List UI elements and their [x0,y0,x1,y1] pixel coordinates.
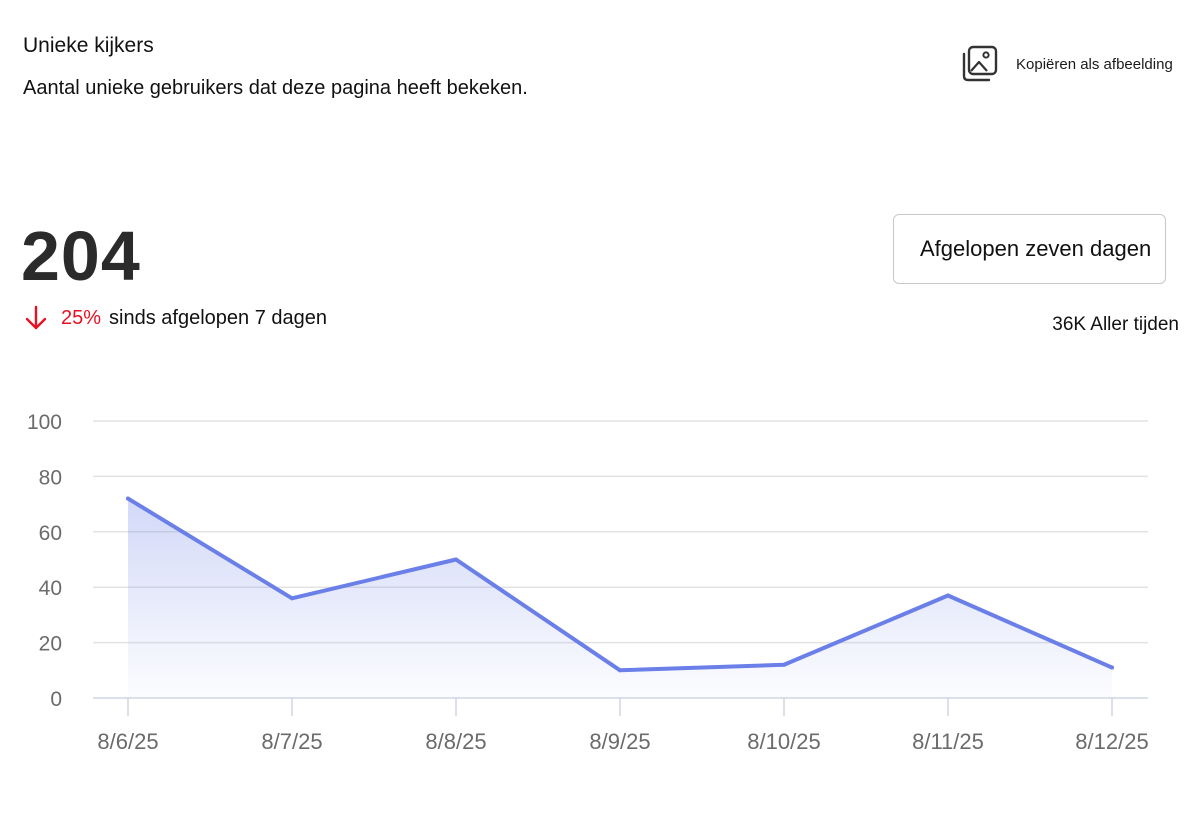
trend-indicator: 25% sinds afgelopen 7 dagen [24,305,327,331]
change-label: sinds afgelopen 7 dagen [109,306,327,329]
image-icon [960,44,1000,84]
unique-viewers-count: 204 [21,217,141,295]
x-tick-label: 8/10/25 [747,729,820,754]
y-tick-label: 40 [39,577,62,600]
y-tick-label: 100 [27,411,62,434]
data-point [618,668,622,673]
data-point [126,496,130,501]
y-tick-label: 60 [39,522,62,545]
x-tick-label: 8/7/25 [261,729,322,754]
x-tick-label: 8/9/25 [589,729,650,754]
data-point [1110,665,1114,670]
page-subtitle: Aantal unieke gebruikers dat deze pagina… [23,77,528,99]
change-percentage: 25% [61,306,102,329]
data-point [782,662,786,667]
data-point [946,593,950,598]
y-tick-label: 0 [50,688,62,711]
x-tick-label: 8/6/25 [97,729,158,754]
unique-viewers-chart: 0 20 40 60 80 100 8/6/25 8/7/25 8/8/25 8/9/25 8/1… [27,411,1149,754]
copy-as-image-button[interactable]: Kopiëren als afbeelding [960,44,1173,84]
x-axis-ticks: 8/6/25 8/7/25 8/8/25 8/9/25 8/10/25 8/11/25 8/… [97,698,1149,754]
page-title: Unieke kijkers [23,34,154,57]
x-tick-label: 8/8/25 [425,729,486,754]
data-point [454,557,458,562]
y-axis-ticks: 0 20 40 60 80 100 [27,411,62,711]
x-tick-label: 8/12/25 [1075,729,1148,754]
arrow-down-icon [24,305,48,331]
y-tick-label: 80 [39,466,62,489]
copy-as-image-label: Kopiëren als afbeelding [1016,55,1173,73]
data-point [290,596,294,601]
all-time-count: 36K Aller tijden [1052,314,1179,335]
date-range-select[interactable]: Afgelopen zeven dagen [893,214,1166,284]
y-tick-label: 20 [39,633,62,656]
x-tick-label: 8/11/25 [912,729,984,754]
